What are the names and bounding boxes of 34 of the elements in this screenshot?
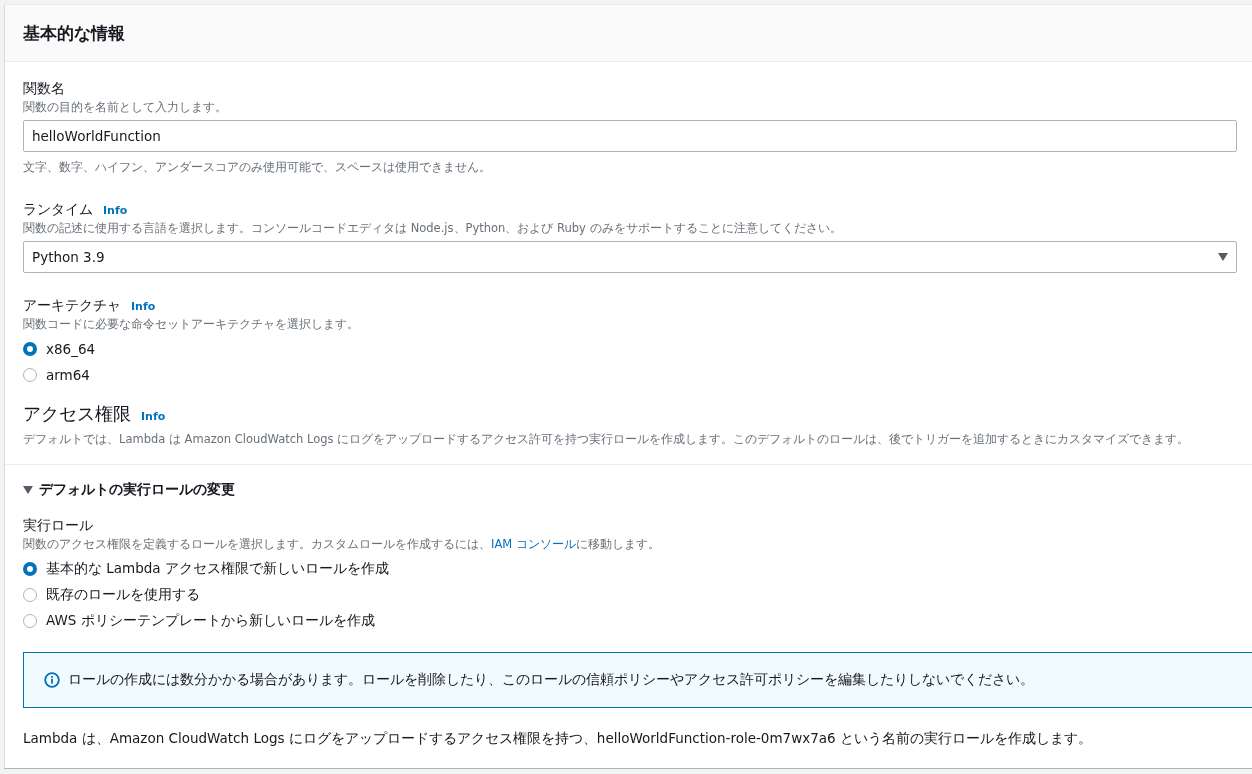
input-field[interactable]: helloWorldFunction <box>23 120 1237 152</box>
radio-label: 既存のロールを使用する <box>46 586 200 604</box>
field-label: アーキテクチャ <box>23 297 121 315</box>
section-title: アクセス権限 <box>23 402 131 426</box>
expander-toggle[interactable]: デフォルトの実行ロールの変更 <box>23 481 235 499</box>
radio-button[interactable] <box>23 588 37 602</box>
runtime-select[interactable]: Python 3.9 <box>23 241 1237 273</box>
info-link[interactable]: Info <box>141 410 166 423</box>
field-description: 関数コードに必要な命令セットアーキテクチャを選択します。 <box>23 317 360 332</box>
radio-button[interactable] <box>23 342 37 356</box>
field-hint: 文字、数字、ハイフン、アンダースコアのみ使用可能で、スペースは使用できません。 <box>23 160 492 175</box>
caret-icon <box>1218 252 1228 262</box>
radio-label: AWS ポリシーテンプレートから新しいロールを作成 <box>46 612 375 630</box>
field-description: 関数の目的を名前として入力します。 <box>23 100 228 115</box>
radio-label: x86_64 <box>46 341 96 357</box>
field-description: 関数の記述に使用する言語を選択します。コンソールコードエディタは Node.js、Python、および Ruby のみをサポートすることに注意してください。 <box>23 221 843 236</box>
role-note: Lambda は、Amazon CloudWatch Logs にログをアップロードするアクセス権限を持つ、helloWorldFunction-role-0m7wx7a6 という名前の実行ロールを作成します。 <box>23 730 1093 748</box>
field-label: 実行ロール <box>23 517 93 535</box>
alert-text: ロールの作成には数分かかる場合があります。ロールを削除したり、このロールの信頼ポリシーやアクセス許可ポリシーを編集したりしないでください。 <box>68 671 1034 689</box>
field-label: ランタイム <box>23 201 93 219</box>
radio-button[interactable] <box>23 368 37 382</box>
info-icon <box>44 672 60 688</box>
radio-label: arm64 <box>46 367 90 383</box>
panel-title: 基本的な情報 <box>23 21 125 45</box>
field-description: 関数のアクセス権限を定義するロールを選択します。カスタムロールを作成するには、IAM コンソールに移動します。 <box>23 537 661 552</box>
section-description: デフォルトでは、Lambda は Amazon CloudWatch Logs にログをアップロードするアクセス許可を持つ実行ロールを作成します。このデフォルトのロールは、後でトリガーを追加するときにカスタマイズできます。 <box>23 432 1191 447</box>
info-link[interactable]: Info <box>131 300 156 313</box>
radio-button[interactable] <box>23 614 37 628</box>
info-link[interactable]: Info <box>103 204 128 217</box>
radio-button[interactable] <box>23 562 37 576</box>
iam-console-link[interactable]: IAM コンソール <box>491 537 576 551</box>
field-label: 関数名 <box>23 80 65 98</box>
caret-icon <box>23 485 33 495</box>
radio-label: 基本的な Lambda アクセス権限で新しいロールを作成 <box>46 560 389 578</box>
